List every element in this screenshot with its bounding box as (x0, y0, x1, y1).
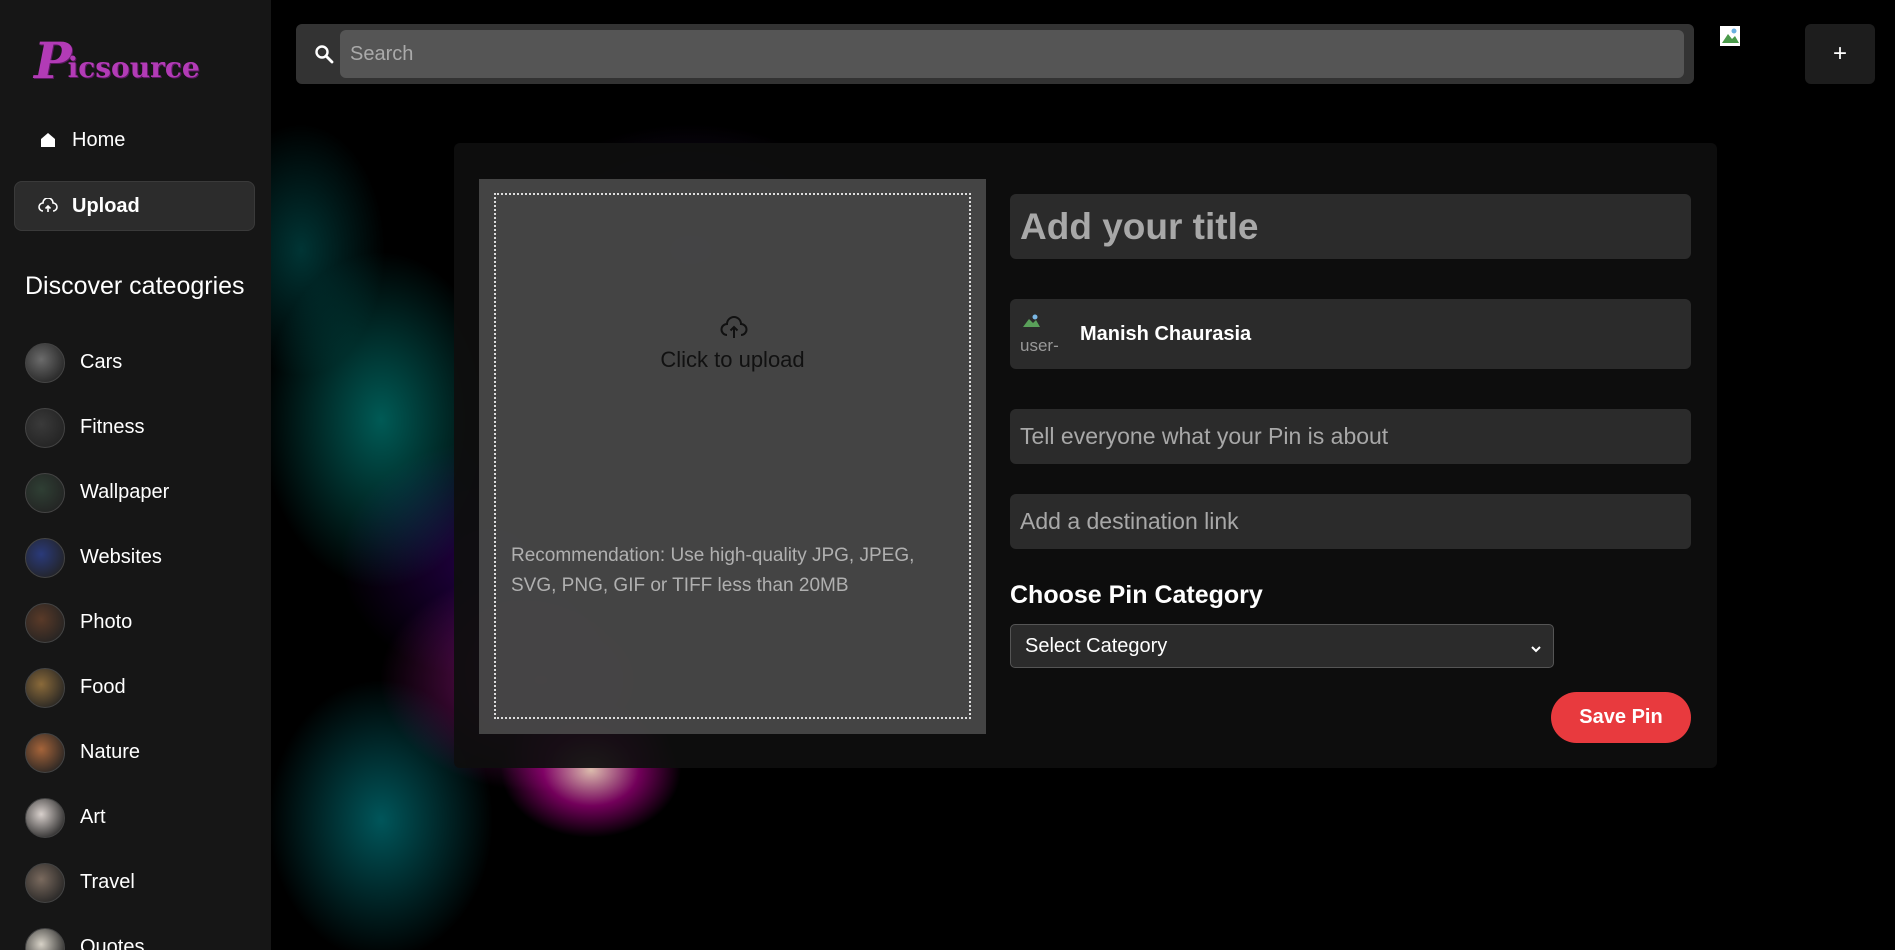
category-thumbnail (25, 797, 65, 838)
title-input[interactable] (1010, 194, 1691, 259)
category-label: Fitness (80, 416, 145, 438)
home-icon (36, 128, 60, 152)
category-thumbnail (25, 862, 65, 903)
category-select-value: Select Category (1025, 634, 1168, 657)
category-label: Cars (80, 351, 123, 373)
logo-letter: P (34, 31, 72, 90)
about-input[interactable] (1010, 409, 1691, 464)
category-label: Travel (80, 871, 135, 893)
category-label: Nature (80, 741, 141, 763)
category-item-art[interactable]: Art (25, 785, 169, 850)
nav-home[interactable]: Home (14, 115, 255, 165)
nav-home-label: Home (72, 128, 126, 151)
logo-text: icsource (67, 51, 200, 84)
category-item-fitness[interactable]: Fitness (25, 395, 169, 460)
create-pin-card: Click to upload Recommendation: Use high… (454, 143, 1717, 768)
category-thumbnail (25, 537, 65, 578)
category-label: Websites (80, 546, 162, 568)
category-label: Quotes (80, 936, 145, 950)
search-input[interactable] (340, 30, 1684, 78)
upload-panel: Click to upload Recommendation: Use high… (479, 179, 986, 734)
avatar[interactable] (1719, 25, 1741, 47)
category-item-wallpaper[interactable]: Wallpaper (25, 460, 169, 525)
cloud-upload-icon (36, 194, 60, 218)
upload-label: Click to upload (660, 347, 805, 372)
category-thumbnail (25, 472, 65, 513)
category-label: Wallpaper (80, 481, 170, 503)
category-item-websites[interactable]: Websites (25, 525, 169, 590)
logo[interactable]: P icsource (34, 36, 200, 86)
user-name: Manish Chaurasia (1080, 322, 1252, 345)
chevron-down-icon (1529, 639, 1543, 653)
category-thumbnail (25, 667, 65, 708)
category-item-travel[interactable]: Travel (25, 850, 169, 915)
nav-upload[interactable]: Upload (14, 181, 255, 231)
category-item-cars[interactable]: Cars (25, 330, 169, 395)
category-item-food[interactable]: Food (25, 655, 169, 720)
category-thumbnail (25, 602, 65, 643)
user-avatar-alt: user- (1020, 336, 1059, 355)
category-label: Art (80, 806, 106, 828)
nav-upload-label: Upload (72, 194, 140, 217)
category-thumbnail (25, 732, 65, 773)
category-select[interactable]: Select Category (1010, 624, 1554, 668)
category-label: Photo (80, 611, 133, 633)
cloud-upload-icon (720, 316, 748, 340)
category-item-photo[interactable]: Photo (25, 590, 169, 655)
search-icon (308, 24, 340, 84)
user-info: user- Manish Chaurasia (1010, 299, 1691, 369)
save-pin-button[interactable]: Save Pin (1551, 692, 1691, 743)
search-bar (296, 24, 1694, 84)
category-thumbnail (25, 407, 65, 448)
category-item-quotes[interactable]: Quotes (25, 915, 169, 950)
user-avatar: user- (1020, 310, 1068, 358)
destination-link-input[interactable] (1010, 494, 1691, 549)
category-heading: Choose Pin Category (1010, 581, 1263, 609)
category-thumbnail (25, 342, 65, 383)
sidebar: P icsource Home Upload Discover cateogri… (0, 0, 271, 950)
category-item-nature[interactable]: Nature (25, 720, 169, 785)
upload-recommendation: Recommendation: Use high-quality JPG, JP… (511, 545, 915, 596)
discover-heading: Discover cateogries (25, 272, 245, 300)
category-label: Food (80, 676, 126, 698)
create-plus-button[interactable]: + (1805, 24, 1875, 84)
upload-dropzone[interactable]: Click to upload Recommendation: Use high… (494, 193, 971, 719)
category-list: Cars Fitness Wallpaper Websites Photo Food Nat… (25, 330, 169, 950)
category-thumbnail (25, 927, 65, 950)
